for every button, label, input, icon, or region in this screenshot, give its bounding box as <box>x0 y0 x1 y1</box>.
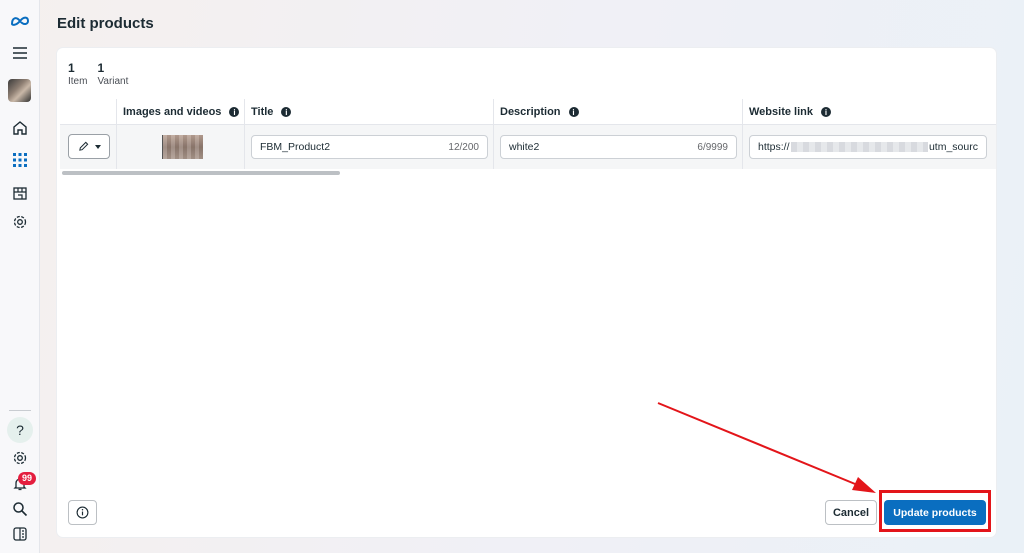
description-cell: white2 6/9999 <box>493 125 742 169</box>
edit-products-card: 1 Item 1 Variant Images and videos i Titl… <box>57 48 996 537</box>
help-icon[interactable]: ? <box>7 417 33 443</box>
settings-icon[interactable] <box>8 210 32 234</box>
column-images: Images and videos i <box>116 99 244 125</box>
info-icon[interactable]: i <box>820 107 831 117</box>
search-icon[interactable] <box>8 497 32 521</box>
column-actions <box>60 99 116 125</box>
column-website-link: Website link i <box>742 99 992 125</box>
sidebar-divider <box>9 410 31 411</box>
info-button[interactable] <box>68 500 97 525</box>
menu-icon[interactable] <box>8 41 32 65</box>
horizontal-scrollbar[interactable] <box>60 170 996 176</box>
info-icon[interactable]: i <box>229 107 240 117</box>
products-table: Images and videos i Title i Description i W… <box>60 99 996 179</box>
home-icon[interactable] <box>8 116 32 140</box>
actions-cell <box>60 125 116 169</box>
grid-apps-icon[interactable] <box>8 148 32 172</box>
edit-dropdown-button[interactable] <box>68 134 110 159</box>
title-input[interactable]: FBM_Product2 12/200 <box>251 135 488 159</box>
images-cell <box>116 125 244 169</box>
notification-badge: 99 <box>18 472 36 485</box>
info-icon[interactable]: i <box>281 107 292 117</box>
website-link-cell: https://utm_sourc <box>742 125 992 169</box>
title-cell: FBM_Product2 12/200 <box>244 125 493 169</box>
scrollbar-thumb[interactable] <box>62 171 340 175</box>
cancel-button[interactable]: Cancel <box>825 500 877 525</box>
pencil-icon <box>78 141 88 151</box>
meta-logo-icon[interactable] <box>8 9 32 33</box>
column-title: Title i <box>244 99 493 125</box>
info-icon[interactable]: i <box>568 107 579 117</box>
description-input[interactable]: white2 6/9999 <box>500 135 737 159</box>
info-circle-icon <box>76 506 89 519</box>
panel-toggle-icon[interactable] <box>8 522 32 546</box>
item-count: 1 Item <box>68 61 88 87</box>
avatar[interactable] <box>8 79 31 102</box>
table-row: FBM_Product2 12/200 white2 6/9999 https:… <box>60 125 996 169</box>
sidebar: ? 99 <box>0 0 40 553</box>
shop-icon[interactable] <box>8 181 32 205</box>
gear-icon[interactable] <box>8 446 32 470</box>
table-header: Images and videos i Title i Description i W… <box>60 99 996 125</box>
product-stats: 1 Item 1 Variant <box>68 61 128 89</box>
page-title: Edit products <box>57 15 154 32</box>
column-description: Description i <box>493 99 742 125</box>
product-thumbnail[interactable] <box>162 135 203 159</box>
website-link-input[interactable]: https://utm_sourc <box>749 135 987 159</box>
variant-count: 1 Variant <box>97 61 129 87</box>
redacted-url <box>790 142 928 152</box>
chevron-down-icon <box>94 144 101 149</box>
highlight-box <box>879 490 991 532</box>
